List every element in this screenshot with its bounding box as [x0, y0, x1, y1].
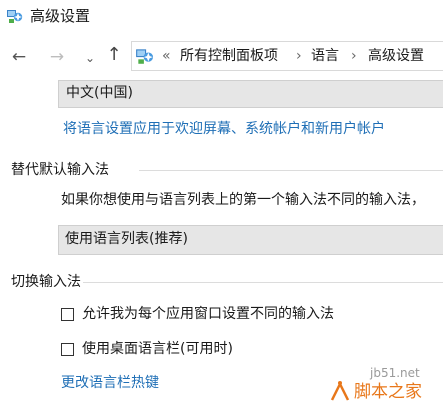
desktop-language-bar-label[interactable]: 使用桌面语言栏(可用时): [82, 340, 233, 358]
control-panel-icon: [7, 10, 23, 23]
desktop-language-bar-checkbox[interactable]: [61, 343, 74, 356]
watermark-logo: 脚本之家: [330, 381, 422, 402]
address-overflow-chevrons[interactable]: «: [162, 47, 171, 65]
back-button[interactable]: ←: [9, 47, 29, 67]
breadcrumb-all-control-panel-items[interactable]: 所有控制面板项: [180, 47, 278, 65]
per-app-input-label[interactable]: 允许我为每个应用窗口设置不同的输入法: [82, 305, 334, 323]
forward-button[interactable]: →: [47, 47, 67, 67]
breadcrumb-language[interactable]: 语言: [311, 47, 339, 65]
per-app-input-checkbox[interactable]: [61, 308, 74, 321]
breadcrumb-advanced-settings[interactable]: 高级设置: [368, 47, 424, 65]
default-input-method-value: 使用语言列表(推荐): [65, 231, 188, 247]
override-input-description: 如果你想使用与语言列表上的第一个输入法不同的输入法，: [61, 192, 425, 208]
override-input-heading: 替代默认输入法: [11, 162, 109, 178]
watermark-text: 脚本之家: [354, 382, 422, 402]
section-divider: [139, 170, 443, 171]
window-title: 高级设置: [30, 7, 91, 25]
apply-language-settings-link[interactable]: 将语言设置应用于欢迎屏幕、系统帐户和新用户帐户: [63, 120, 385, 138]
display-language-value: 中文(中国): [66, 85, 133, 101]
change-language-bar-hotkeys-link[interactable]: 更改语言栏热键: [61, 374, 159, 392]
breadcrumb-separator[interactable]: ›: [296, 47, 302, 65]
section-divider: [83, 282, 443, 283]
control-panel-icon: [136, 49, 153, 64]
up-button[interactable]: ↑: [103, 45, 125, 65]
switching-input-heading: 切换输入法: [11, 274, 81, 290]
recent-locations-chevron-icon[interactable]: ⌄: [83, 48, 97, 68]
breadcrumb-separator[interactable]: ›: [351, 47, 357, 65]
